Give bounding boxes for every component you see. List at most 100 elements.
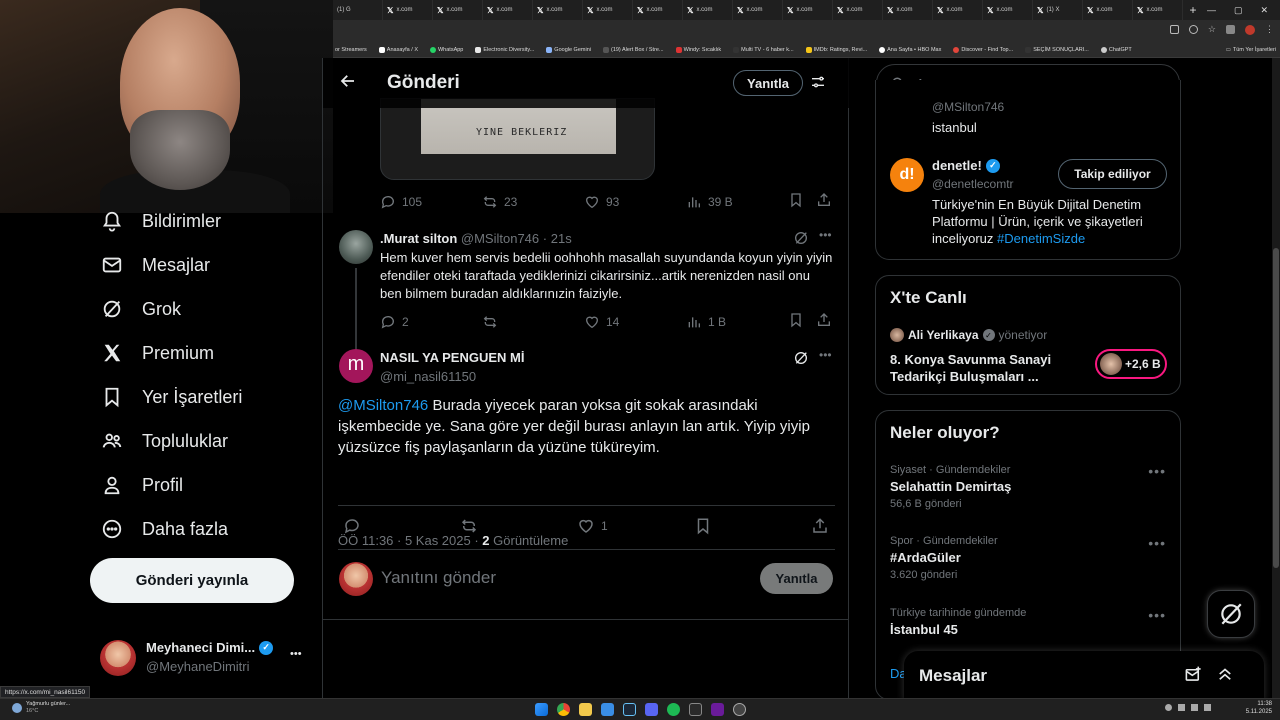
trend-item[interactable]: Spor · Gündemdekiler #ArdaGüler 3.620 gö… [890, 535, 1170, 581]
bookmark[interactable]: IMDb: Ratings, Revi... [805, 46, 867, 53]
share-action[interactable] [816, 312, 832, 331]
new-tab-button[interactable]: + [1183, 3, 1203, 17]
page-scrollbar[interactable] [1272, 58, 1280, 698]
browser-tab[interactable]: 𝕏x.com [783, 0, 833, 20]
live-listeners-badge[interactable]: +2,6 B [1095, 349, 1167, 379]
start-menu-icon[interactable] [535, 703, 548, 716]
repost-action[interactable] [460, 517, 577, 535]
avatar[interactable]: m [339, 349, 373, 383]
account-switcher[interactable]: Meyhaneci Dimi... ✓ @MeyhaneDimitri ••• [100, 638, 312, 678]
trend-item[interactable]: Siyaset · Gündemdekiler Selahattin Demir… [890, 464, 1170, 510]
app-icon[interactable] [601, 703, 614, 716]
zoom-icon[interactable] [1188, 25, 1198, 34]
browser-tab[interactable]: 𝕏x.com [433, 0, 483, 20]
bookmark[interactable]: ChatGPT [1100, 46, 1132, 53]
share-action[interactable] [811, 517, 829, 535]
browser-tab[interactable]: 𝕏x.com [883, 0, 933, 20]
profile-icon[interactable] [1245, 25, 1255, 35]
reply-action[interactable] [343, 517, 460, 535]
repost-action[interactable]: 23 [482, 194, 584, 210]
weather-widget[interactable]: Yağmurlu günler... 16°C [12, 701, 70, 715]
post-time[interactable]: 21s [551, 231, 572, 246]
reply-submit-button[interactable]: Yanıtla [760, 563, 833, 594]
browser-tab[interactable]: 𝕏x.com [633, 0, 683, 20]
nav-item-premium[interactable]: Premium [100, 335, 214, 371]
avatar[interactable]: d! [890, 158, 924, 192]
browser-tab[interactable]: 𝕏x.com [833, 0, 883, 20]
views-action[interactable]: 39 B [686, 194, 788, 210]
extensions-icon[interactable] [1226, 25, 1235, 34]
cast-icon[interactable] [1169, 25, 1179, 34]
nav-item-grok[interactable]: Grok [100, 291, 181, 327]
like-action[interactable]: 1 [577, 517, 694, 535]
repost-action[interactable] [482, 314, 584, 330]
bookmark[interactable]: Windy: Sıcaklık [675, 46, 721, 53]
like-action[interactable]: 14 [584, 314, 686, 330]
bookmark[interactable]: Multi TV - 6 haber k... [733, 46, 794, 53]
browser-tab[interactable]: 𝕏x.com [583, 0, 633, 20]
browser-tab[interactable]: (1) G [333, 0, 383, 20]
filter-icon[interactable] [810, 74, 826, 95]
browser-tab[interactable]: 𝕏x.com [1083, 0, 1133, 20]
menu-icon[interactable]: ⋮ [1265, 25, 1274, 35]
tray-icons[interactable] [1165, 704, 1211, 711]
views-action[interactable]: 1 B [686, 314, 788, 330]
bookmark[interactable]: Google Gemini [546, 46, 591, 53]
author-handle[interactable]: @MSilton746 [461, 231, 539, 246]
browser-tab[interactable]: 𝕏x.com [733, 0, 783, 20]
browser-tab[interactable]: 𝕏x.com [483, 0, 533, 20]
bookmark[interactable]: WhatsApp [429, 46, 463, 53]
post-image[interactable]: YINE BEKLERIZ [380, 98, 655, 180]
reply-action[interactable]: 105 [380, 194, 482, 210]
bookmark-action[interactable] [788, 192, 816, 211]
expand-chevron-icon[interactable] [1216, 665, 1234, 688]
browser-tab[interactable]: 𝕏x.com [933, 0, 983, 20]
trend-item[interactable]: Türkiye tarihinde gündemde İstanbul 45 [890, 607, 1170, 637]
steam-icon[interactable] [623, 703, 636, 716]
account-more-icon[interactable]: ••• [290, 648, 302, 660]
browser-tab[interactable]: 𝕏 (1) X [1033, 0, 1083, 20]
spotify-icon[interactable] [667, 703, 680, 716]
share-action[interactable] [816, 192, 832, 211]
clock[interactable]: 11:38 5.11.2025 [1238, 700, 1272, 716]
scrollbar-thumb[interactable] [1273, 248, 1279, 568]
nav-item-messages[interactable]: Mesajlar [100, 247, 210, 283]
grok-floating-button[interactable] [1207, 590, 1255, 638]
live-event-title[interactable]: 8. Konya Savunma Sanayi Tedarikçi Buluşm… [890, 351, 1070, 385]
new-message-icon[interactable] [1184, 665, 1203, 689]
browser-tab[interactable]: 𝕏x.com [983, 0, 1033, 20]
epic-games-icon[interactable] [689, 703, 702, 716]
close-icon[interactable]: ✕ [1260, 5, 1268, 16]
follow-name[interactable]: denetle! ✓ [932, 158, 1000, 173]
maximize-icon[interactable]: ▢ [1234, 5, 1243, 16]
author-name[interactable]: .Murat silton [380, 231, 457, 246]
minimize-icon[interactable]: — [1207, 5, 1216, 16]
post-timestamp[interactable]: ÖÖ 11:36 · 5 Kas 2025 · [338, 533, 482, 548]
following-button[interactable]: Takip ediliyor [1058, 159, 1167, 189]
back-arrow-icon[interactable] [339, 72, 359, 92]
grok-icon[interactable] [793, 350, 809, 371]
more-icon[interactable]: ••• [819, 348, 832, 362]
browser-tab[interactable]: 𝕏x.com [1133, 0, 1183, 20]
bookmark[interactable]: or Streamers [335, 47, 367, 53]
bookmark-action[interactable] [788, 312, 816, 331]
app-icon[interactable] [733, 703, 746, 716]
browser-tab[interactable]: 𝕏x.com [383, 0, 433, 20]
more-icon[interactable]: ••• [819, 228, 832, 242]
nav-item-more[interactable]: Daha fazla [100, 511, 228, 547]
trend-more-icon[interactable]: ••• [1148, 607, 1166, 623]
reply-input[interactable]: Yanıtını gönder [381, 568, 741, 592]
mention-link[interactable]: @MSilton746 [338, 397, 428, 414]
nav-item-profile[interactable]: Profil [100, 467, 183, 503]
trend-more-icon[interactable]: ••• [1148, 463, 1166, 479]
nav-item-bookmarks[interactable]: Yer İşaretleri [100, 379, 242, 415]
bookmark[interactable]: SEÇİM SONUÇLARI... [1025, 46, 1089, 53]
nav-item-communities[interactable]: Topluluklar [100, 423, 228, 459]
chrome-icon[interactable] [557, 703, 570, 716]
hashtag-link[interactable]: #DenetimSizde [997, 231, 1085, 246]
messages-drawer[interactable]: Mesajlar [904, 651, 1264, 701]
bookmark-action[interactable] [694, 517, 811, 535]
file-explorer-icon[interactable] [579, 703, 592, 716]
author-name[interactable]: NASIL YA PENGUEN Mİ [380, 350, 524, 365]
all-bookmarks[interactable]: ▭ Tüm Yer İşaretleri [1226, 47, 1280, 53]
